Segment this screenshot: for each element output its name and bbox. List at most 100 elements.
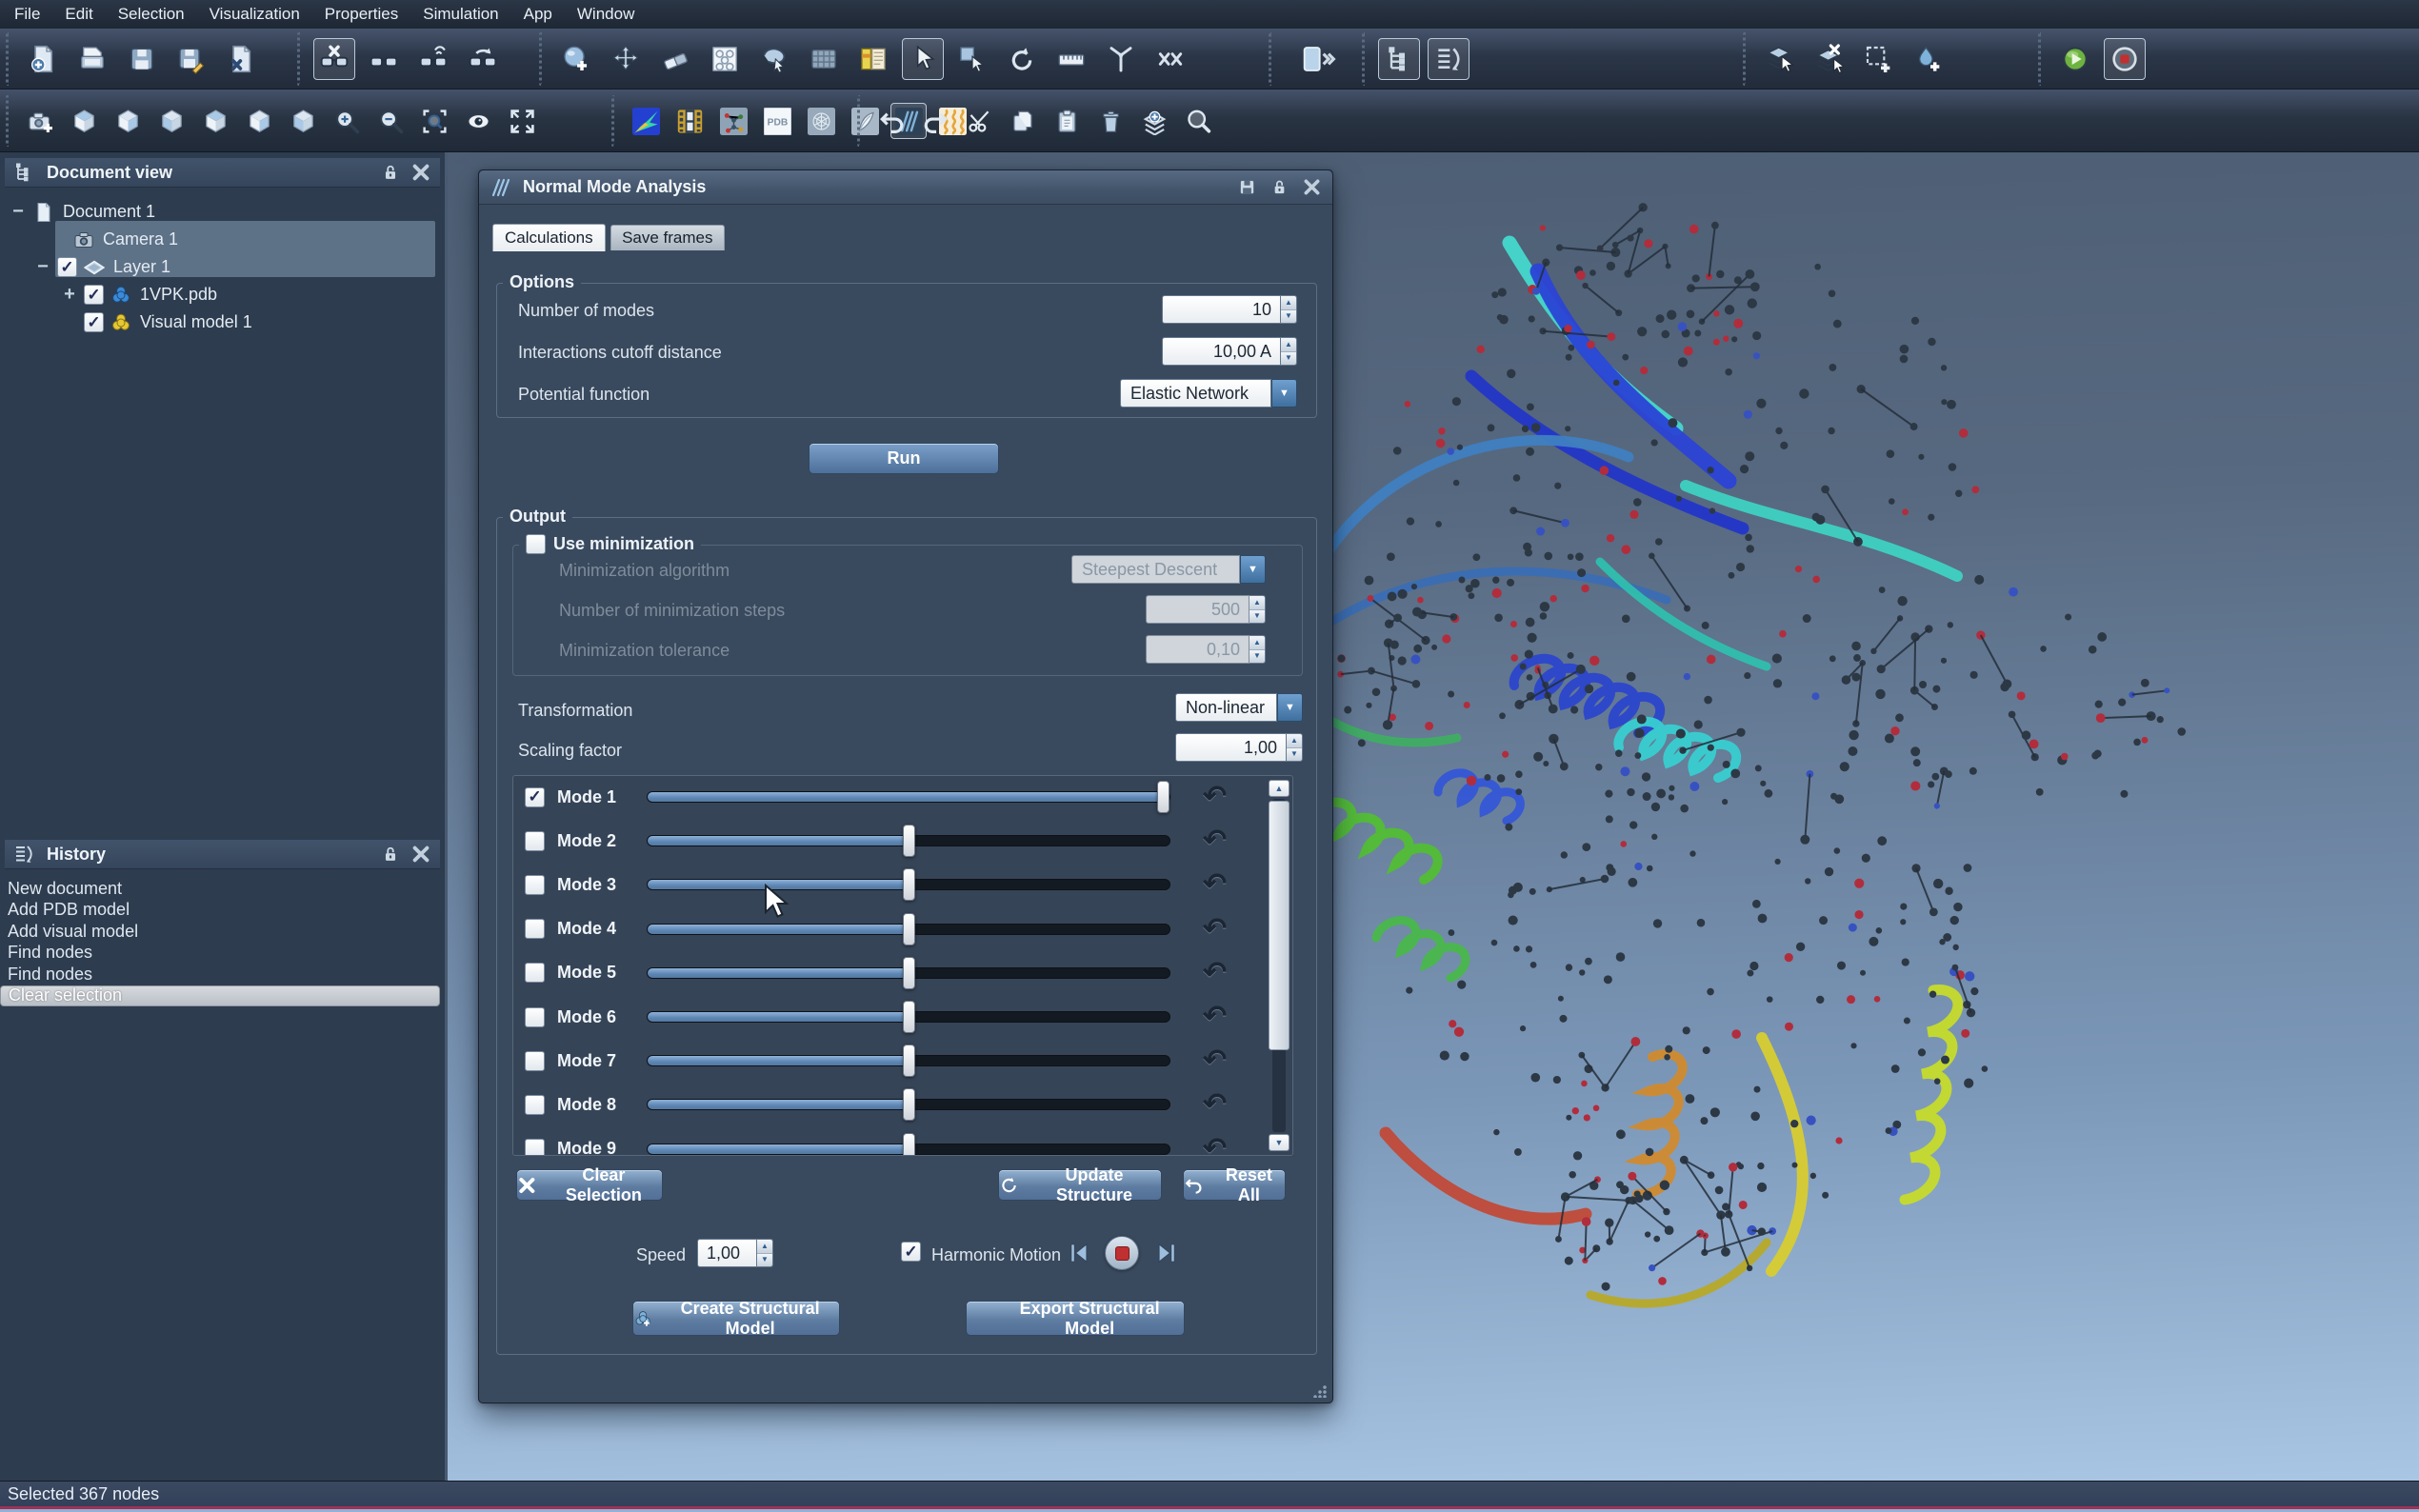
view-right-button[interactable] [197, 103, 233, 139]
create-structural-model-button[interactable]: Create Structural Model [632, 1301, 840, 1336]
dropdown-arrow-icon[interactable]: ▼ [1277, 693, 1303, 722]
look-at-button[interactable] [460, 103, 496, 139]
paste-button[interactable] [1049, 103, 1085, 139]
transformation-value[interactable]: Non-linear [1175, 693, 1277, 722]
tree-view-button[interactable] [1378, 38, 1420, 80]
rect-select-tool[interactable] [951, 38, 993, 80]
mode-checkbox[interactable] [525, 1007, 545, 1027]
expand-icon[interactable]: + [61, 284, 78, 306]
angle-tool[interactable] [1100, 38, 1142, 80]
selection-filter-none[interactable] [313, 38, 355, 80]
spinner-arrows[interactable]: ▲▼ [1281, 337, 1297, 366]
history-item[interactable]: Find nodes [0, 964, 440, 985]
zoom-in-button[interactable] [329, 103, 365, 139]
lasso-select-tool[interactable] [753, 38, 795, 80]
twist-tool[interactable] [1150, 38, 1191, 80]
mode-checkbox[interactable] [525, 963, 545, 983]
measure-tool[interactable] [1050, 38, 1092, 80]
use-minimization-checkbox[interactable] [526, 534, 546, 554]
transformation-dropdown[interactable]: Non-linear ▼ [1175, 693, 1303, 722]
close-document[interactable] [220, 38, 262, 80]
mode-slider[interactable] [647, 924, 1170, 935]
mode-reset-button[interactable]: ↶ [1203, 783, 1227, 811]
select-layers-tool[interactable] [1759, 38, 1801, 80]
step-forward-button[interactable] [1152, 1240, 1179, 1266]
view-bottom-button[interactable] [285, 103, 321, 139]
tree-item-pdb-model[interactable]: + ✓ 1VPK.pdb [0, 281, 440, 308]
run-button[interactable]: Run [809, 443, 999, 474]
dialog-lock-icon[interactable] [1269, 177, 1290, 197]
mode-reset-button[interactable]: ↶ [1203, 826, 1227, 855]
menu-edit[interactable]: Edit [52, 2, 105, 27]
slider-handle[interactable] [903, 825, 915, 857]
dialog-close-icon[interactable] [1301, 177, 1323, 197]
tree-item-document[interactable]: − Document 1 [0, 198, 440, 226]
mode-checkbox[interactable] [525, 1139, 545, 1156]
redo-button[interactable] [917, 103, 953, 139]
harmonic-motion-checkbox[interactable]: ✓ [901, 1242, 921, 1262]
fit-view-button[interactable] [504, 103, 540, 139]
tree-item-layer[interactable]: − ✓ Layer 1 [0, 253, 440, 281]
reset-all-button[interactable]: Reset All [1183, 1169, 1286, 1201]
slider-handle[interactable] [903, 1001, 915, 1033]
visual-model-visibility-checkbox[interactable]: ✓ [84, 312, 104, 332]
view-front-button[interactable] [66, 103, 102, 139]
mode-reset-button[interactable]: ↶ [1203, 959, 1227, 987]
periodic-table-tool[interactable] [852, 38, 894, 80]
mode-slider[interactable] [647, 879, 1170, 890]
collapse-icon[interactable]: − [34, 256, 51, 278]
molecule-builder-app[interactable] [715, 103, 751, 139]
add-atom-tool[interactable] [555, 38, 597, 80]
history-item[interactable]: Clear selection [0, 985, 440, 1006]
dialog-titlebar[interactable]: Normal Mode Analysis [479, 170, 1332, 205]
dialog-save-icon[interactable] [1236, 177, 1258, 197]
cutoff-distance-value[interactable]: 10,00 A [1162, 337, 1281, 366]
pdb-import-app[interactable]: PDB [759, 103, 795, 139]
selection-filter-plain[interactable] [363, 38, 405, 80]
potential-function-value[interactable]: Elastic Network [1120, 379, 1271, 408]
mode-slider[interactable] [647, 791, 1170, 803]
keypad-tool[interactable] [803, 38, 845, 80]
export-structural-model-button[interactable]: Export Structural Model [966, 1301, 1185, 1336]
mode-checkbox[interactable] [525, 919, 545, 939]
cut-button[interactable] [961, 103, 997, 139]
open-document[interactable] [71, 38, 113, 80]
view-back-button[interactable] [110, 103, 146, 139]
number-of-modes-spinner[interactable]: 10 ▲▼ [1162, 295, 1297, 324]
tree-item-camera[interactable]: Camera 1 [0, 226, 440, 253]
new-document[interactable] [22, 38, 64, 80]
number-of-modes-value[interactable]: 10 [1162, 295, 1281, 324]
add-selection-tool[interactable] [1858, 38, 1900, 80]
stop-button[interactable] [1105, 1236, 1139, 1270]
spinner-arrows[interactable]: ▲▼ [1281, 295, 1297, 324]
mode-reset-button[interactable]: ↶ [1203, 1135, 1227, 1156]
mode-checkbox[interactable] [525, 1095, 545, 1115]
modes-scrollbar[interactable]: ▲ ▼ [1269, 780, 1289, 1151]
lock-panel-icon[interactable] [379, 844, 402, 865]
rotate-tool[interactable] [1001, 38, 1043, 80]
display-style-button[interactable] [1285, 38, 1353, 80]
history-item[interactable]: Add PDB model [0, 900, 440, 921]
spinner-arrows[interactable]: ▲▼ [757, 1239, 773, 1267]
network-model-app[interactable] [803, 103, 839, 139]
mode-slider[interactable] [647, 1099, 1170, 1110]
history-item[interactable]: Add visual model [0, 921, 440, 942]
scaling-factor-spinner[interactable]: 1,00 ▲▼ [1175, 733, 1303, 762]
menu-properties[interactable]: Properties [312, 2, 410, 27]
lock-panel-icon[interactable] [379, 162, 402, 183]
list-view-button[interactable] [1428, 38, 1469, 80]
update-structure-button[interactable]: Update Structure [998, 1169, 1162, 1201]
erase-tool[interactable] [654, 38, 696, 80]
mode-slider[interactable] [647, 1144, 1170, 1155]
record-simulation-button[interactable] [2104, 38, 2146, 80]
animation-app[interactable] [671, 103, 708, 139]
mode-slider[interactable] [647, 1011, 1170, 1023]
undo-button[interactable] [873, 103, 910, 139]
scaling-factor-value[interactable]: 1,00 [1175, 733, 1287, 762]
slider-handle[interactable] [903, 957, 915, 989]
history-item[interactable]: New document [0, 878, 440, 899]
copy-button[interactable] [1005, 103, 1041, 139]
speed-value[interactable]: 1,00 [697, 1239, 757, 1267]
find-button[interactable] [1180, 103, 1216, 139]
menu-selection[interactable]: Selection [106, 2, 197, 27]
